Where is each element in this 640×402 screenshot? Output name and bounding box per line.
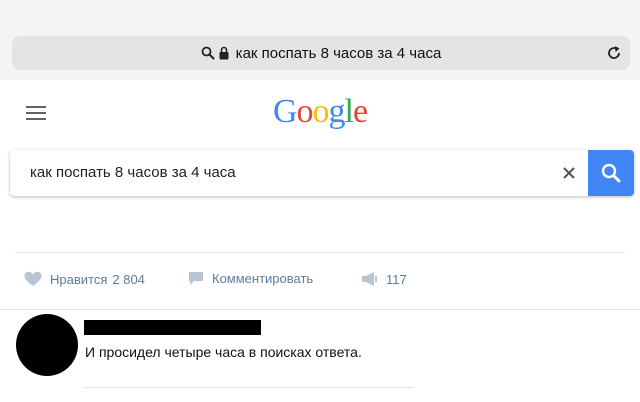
address-text: как поспать 8 часов за 4 часа [235, 44, 442, 62]
like-count: 2 804 [112, 271, 145, 287]
search-input[interactable]: как поспать 8 часов за 4 часа [30, 164, 236, 181]
avatar[interactable] [16, 314, 78, 376]
redacted-username [84, 320, 261, 335]
share-button[interactable]: 117 [360, 271, 407, 287]
heart-icon [24, 271, 42, 286]
search-button[interactable] [588, 150, 634, 196]
divider [0, 309, 640, 310]
google-logo-letter: e [352, 93, 368, 130]
google-logo-letter: o [312, 93, 330, 130]
comment-button[interactable]: Комментировать [188, 271, 313, 286]
megaphone-icon [362, 272, 377, 286]
comment-label: Комментировать [212, 271, 314, 286]
reload-icon[interactable] [606, 45, 622, 61]
comment-text: И просидел четыре часа в поисках ответа. [85, 344, 362, 360]
google-logo-letter: g [328, 93, 346, 130]
address-bar[interactable]: как поспать 8 часов за 4 часа [12, 36, 630, 70]
lock-icon [219, 46, 229, 60]
google-logo-letter: G [272, 93, 298, 130]
divider [15, 252, 625, 253]
search-icon [601, 163, 621, 183]
search-box[interactable]: как поспать 8 часов за 4 часа [10, 150, 634, 196]
like-label: Нравится [50, 271, 108, 287]
google-logo: Google [0, 93, 640, 131]
share-count: 117 [386, 271, 407, 287]
google-logo-letter: o [296, 93, 314, 130]
like-button[interactable]: Нравится 2 804 [24, 271, 145, 287]
google-logo-letter: l [344, 93, 355, 130]
comment-icon [189, 272, 203, 285]
clear-icon[interactable] [558, 162, 580, 184]
search-icon [201, 46, 215, 60]
address-content: как поспать 8 часов за 4 часа [12, 36, 630, 70]
divider [84, 387, 414, 388]
